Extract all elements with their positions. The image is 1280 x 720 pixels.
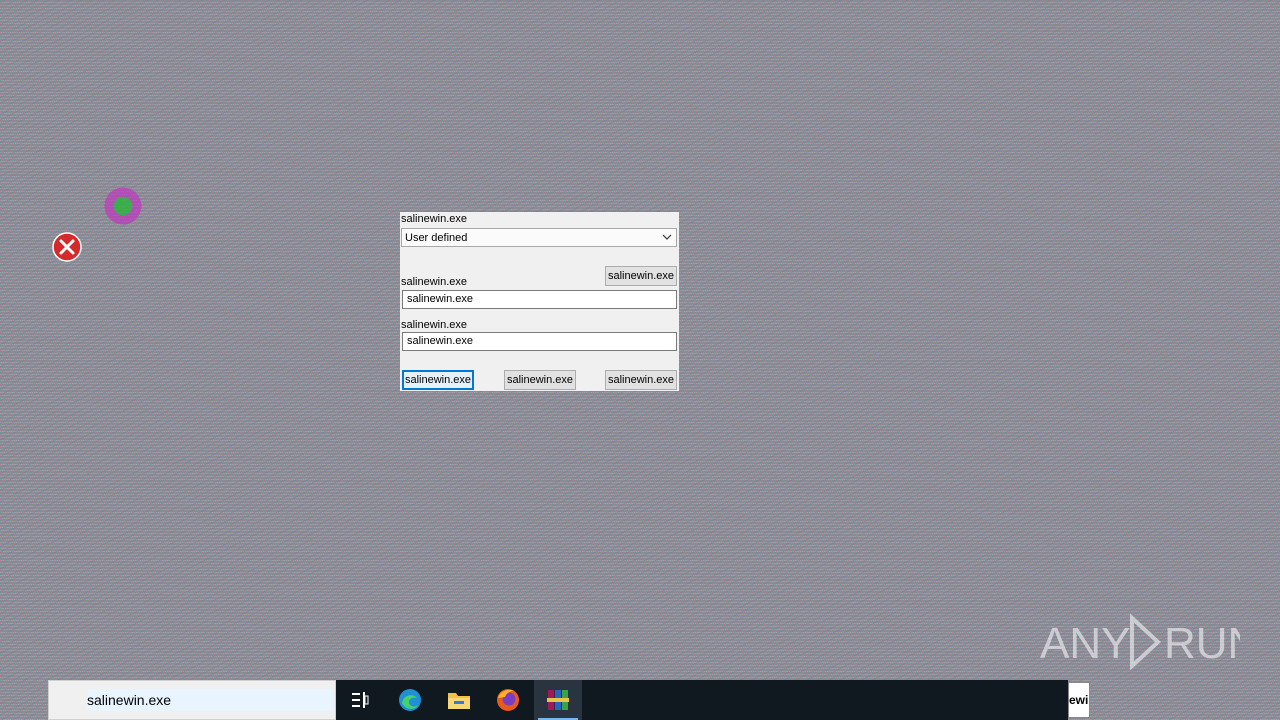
task-view-icon[interactable] [336,680,384,720]
field1-input[interactable]: salinewin.exe [402,290,677,309]
field2-label: salinewin.exe [401,319,468,331]
anyrun-watermark: ANY RUN [1040,613,1240,670]
middle-button[interactable]: salinewin.exe [504,370,576,390]
ok-button[interactable]: salinewin.exe [402,370,474,390]
mode-dropdown[interactable]: User defined [401,228,677,247]
file-explorer-icon[interactable] [435,680,483,720]
error-icon [52,232,82,262]
desktop-glitch-artifact [100,186,146,226]
svg-text:ANY: ANY [1040,619,1130,668]
svg-text:RUN: RUN [1164,619,1240,668]
field1-label: salinewin.exe [401,276,468,288]
tray-text: ewi [1069,693,1089,707]
winrar-icon[interactable] [534,680,582,720]
tray-window-fragment[interactable]: ewi [1068,682,1090,718]
taskbar [336,680,1068,720]
search-input[interactable]: salinewin.exe [87,689,333,711]
edge-icon[interactable] [386,680,434,720]
top-right-button[interactable]: salinewin.exe [605,266,677,286]
salinewin-dialog: salinewin.exe User defined salinewin.exe… [400,212,679,391]
cancel-button[interactable]: salinewin.exe [605,370,677,390]
dialog-title: salinewin.exe [401,213,468,225]
dropdown-value: User defined [405,232,468,244]
firefox-icon[interactable] [484,680,532,720]
field2-input[interactable]: salinewin.exe [402,332,677,351]
chevron-down-icon [662,234,672,240]
taskbar-search-box[interactable]: salinewin.exe [48,680,336,720]
